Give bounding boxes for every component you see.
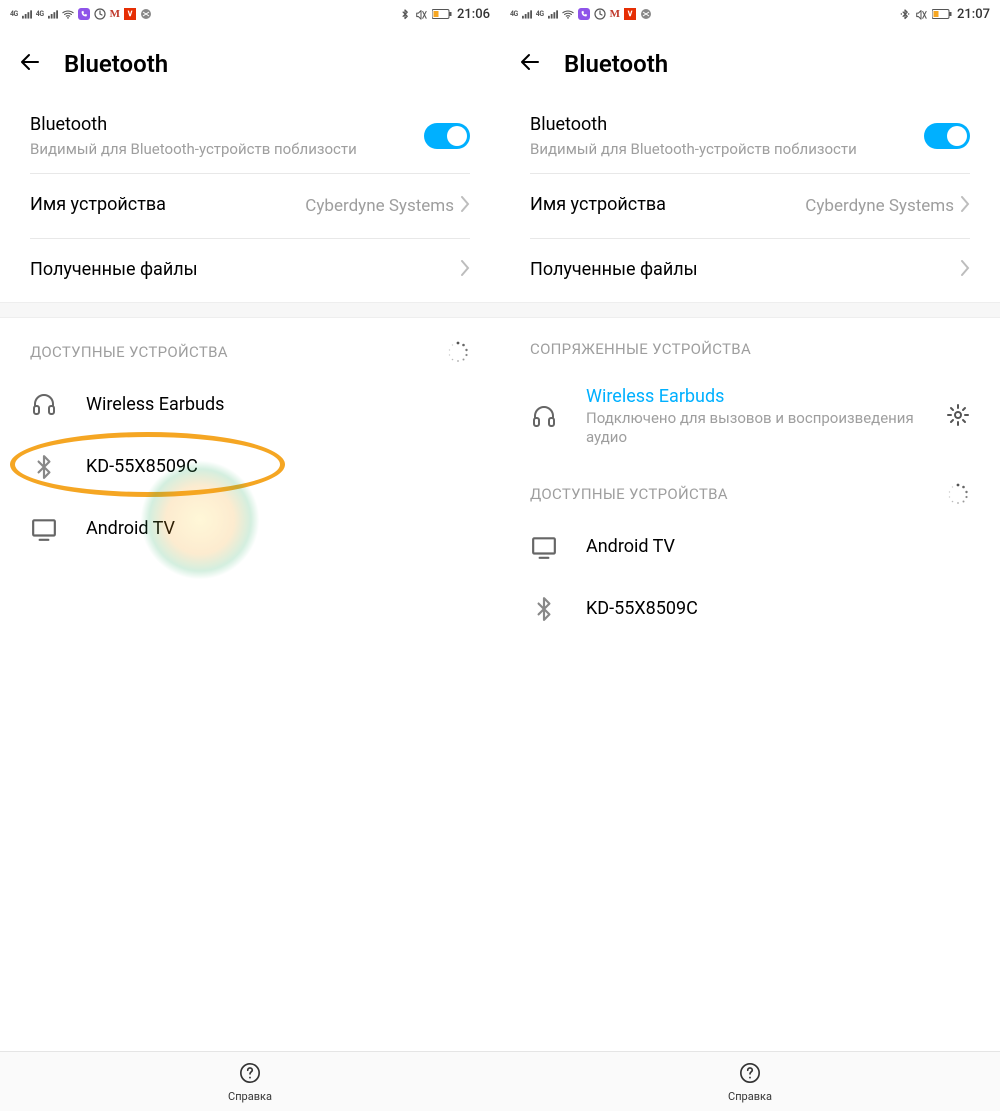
signal-bars-icon [548,9,558,19]
device-kd55x[interactable]: KD-55X8509C [0,436,500,498]
device-android-tv[interactable]: Android TV [500,516,1000,578]
chevron-right-icon [460,260,470,280]
bluetooth-toggle-row[interactable]: Bluetooth Видимый для Bluetooth-устройст… [530,102,970,174]
bluetooth-icon [30,454,58,480]
section-title: ДОСТУПНЫЕ УСТРОЙСТВА [530,485,728,503]
bluetooth-toggle-switch[interactable] [424,123,470,149]
chevron-right-icon [460,196,470,216]
clock-icon [594,8,606,20]
status-time: 21:06 [457,7,490,22]
section-title: ДОСТУПНЫЕ УСТРОЙСТВА [30,343,228,361]
battery-icon [932,9,952,19]
status-bar: 4G 4G M ∨ 21:06 [0,0,500,28]
received-files-row[interactable]: Полученные файлы [530,239,970,302]
bluetooth-status-icon [400,8,410,20]
app-icon [140,8,152,20]
network-4g-icon: 4G [36,10,44,18]
paired-device-wireless-earbuds[interactable]: Wireless Earbuds Подключено для вызовов … [500,368,1000,466]
viber-icon [78,8,90,20]
signal-bars-icon [522,9,532,19]
viber-icon [578,8,590,20]
device-name: KD-55X8509C [586,598,970,619]
help-label: Справка [728,1090,772,1103]
app-icon [640,8,652,20]
row-value: Cyberdyne Systems [166,196,454,216]
chevron-right-icon [960,196,970,216]
aliexpress-icon: ∨ [124,8,136,20]
back-button[interactable] [18,50,42,78]
toggle-title: Bluetooth [530,112,924,137]
device-name: KD-55X8509C [86,456,470,477]
device-name-row[interactable]: Имя устройства Cyberdyne Systems [530,174,970,238]
display-icon [530,534,558,560]
scanning-spinner-icon [446,340,470,364]
bluetooth-icon [530,596,558,622]
help-button[interactable]: Справка [500,1051,1000,1111]
device-kd55x[interactable]: KD-55X8509C [500,578,1000,640]
network-4g-icon: 4G [10,10,18,18]
page-title: Bluetooth [64,50,168,78]
device-name-row[interactable]: Имя устройства Cyberdyne Systems [30,174,470,238]
device-android-tv[interactable]: Android TV [0,498,500,560]
wifi-icon [62,9,74,19]
received-files-row[interactable]: Полученные файлы [30,239,470,302]
mute-icon [915,8,927,20]
scanning-spinner-icon [946,482,970,506]
clock-icon [94,8,106,20]
toggle-subtitle: Видимый для Bluetooth-устройств поблизос… [30,139,424,159]
headphones-icon [530,404,558,430]
page-header: Bluetooth [500,28,1000,102]
chevron-right-icon [960,260,970,280]
row-value: Cyberdyne Systems [666,196,954,216]
page-header: Bluetooth [0,28,500,102]
status-bar: 4G 4G M ∨ 21:07 [500,0,1000,28]
help-icon [739,1062,761,1088]
signal-bars-icon [48,9,58,19]
device-name: Wireless Earbuds [586,386,918,407]
headphones-icon [30,392,58,418]
device-settings-button[interactable] [946,403,970,431]
network-4g-icon: 4G [510,10,518,18]
paired-devices-header: СОПРЯЖЕННЫЕ УСТРОЙСТВА [500,318,1000,368]
device-status: Подключено для вызовов и воспроизведения… [586,409,918,448]
aliexpress-icon: ∨ [624,8,636,20]
row-label: Полученные файлы [30,257,460,282]
available-devices-header: ДОСТУПНЫЕ УСТРОЙСТВА [0,318,500,374]
gmail-icon: M [610,8,620,20]
signal-bars-icon [22,9,32,19]
row-label: Полученные файлы [530,257,960,282]
mute-icon [415,8,427,20]
toggle-subtitle: Видимый для Bluetooth-устройств поблизос… [530,139,924,159]
help-button[interactable]: Справка [0,1051,500,1111]
bluetooth-connected-icon [900,8,910,20]
screen-left: 4G 4G M ∨ 21:06 Bluetooth Bluetooth Види… [0,0,500,1111]
available-devices-header: ДОСТУПНЫЕ УСТРОЙСТВА [500,466,1000,516]
bluetooth-toggle-row[interactable]: Bluetooth Видимый для Bluetooth-устройст… [30,102,470,174]
battery-icon [432,9,452,19]
display-icon [30,516,58,542]
row-label: Имя устройства [30,192,166,217]
section-title: СОПРЯЖЕННЫЕ УСТРОЙСТВА [530,340,751,358]
back-button[interactable] [518,50,542,78]
screen-right: 4G 4G M ∨ 21:07 Bluetooth Bluetooth Види… [500,0,1000,1111]
device-name: Wireless Earbuds [86,394,470,415]
device-name: Android TV [86,518,470,539]
device-name: Android TV [586,536,970,557]
section-divider [500,302,1000,318]
network-4g-icon: 4G [536,10,544,18]
toggle-title: Bluetooth [30,112,424,137]
help-icon [239,1062,261,1088]
help-label: Справка [228,1090,272,1103]
row-label: Имя устройства [530,192,666,217]
wifi-icon [562,9,574,19]
bluetooth-toggle-switch[interactable] [924,123,970,149]
section-divider [0,302,500,318]
device-wireless-earbuds[interactable]: Wireless Earbuds [0,374,500,436]
page-title: Bluetooth [564,50,668,78]
gmail-icon: M [110,8,120,20]
status-time: 21:07 [957,7,990,22]
